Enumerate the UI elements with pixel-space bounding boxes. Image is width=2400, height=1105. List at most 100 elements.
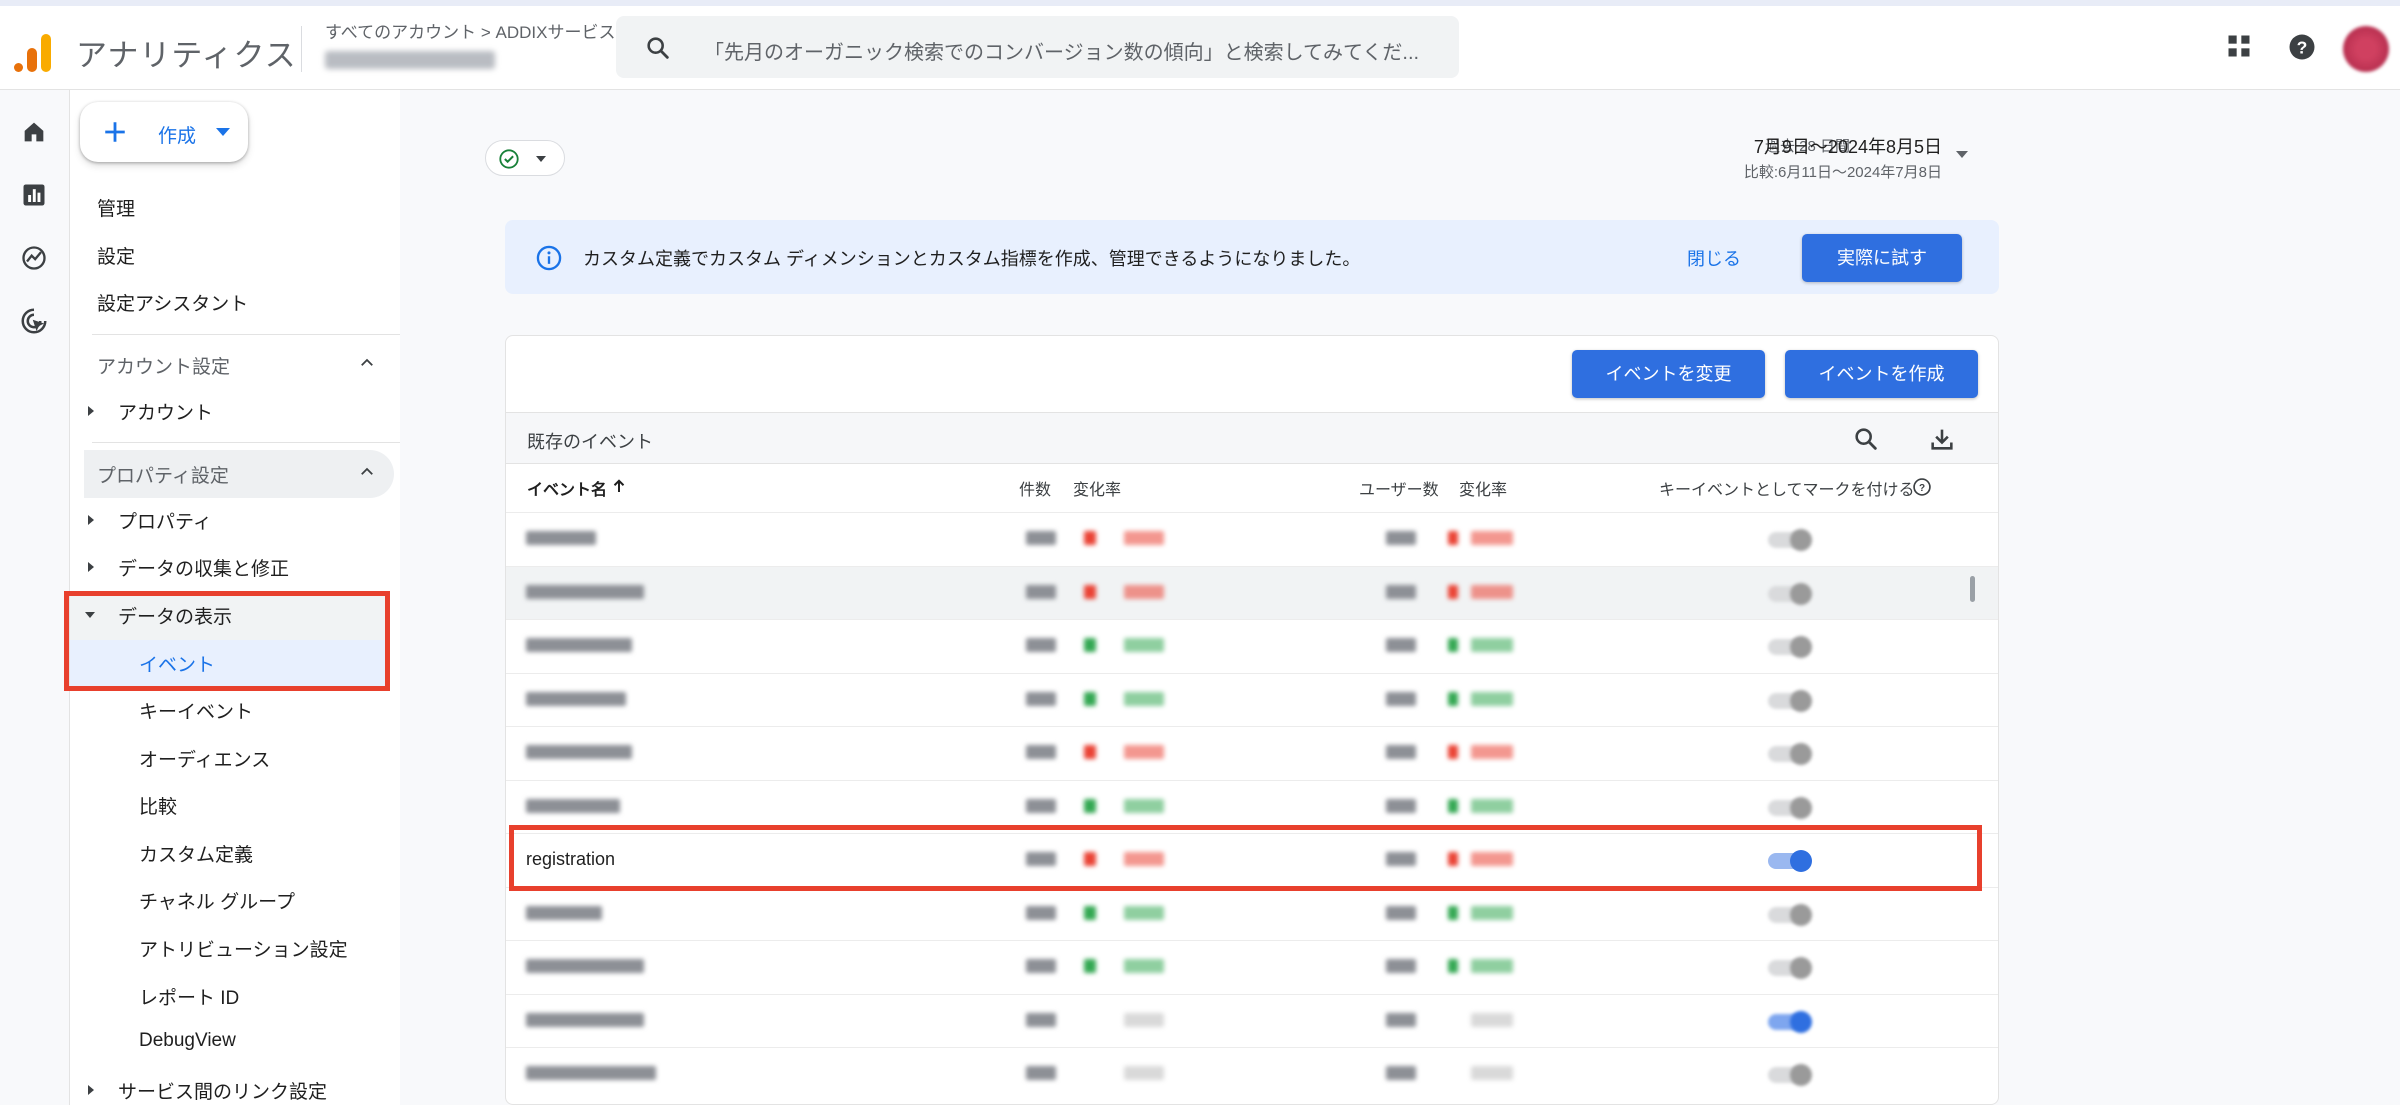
home-icon[interactable] bbox=[18, 116, 50, 148]
event-name-blurred[interactable] bbox=[526, 959, 644, 973]
trend-bar-blurred bbox=[1084, 959, 1096, 973]
account-breadcrumb[interactable]: すべてのアカウント > ADDIXサービス bbox=[325, 18, 615, 43]
table-row[interactable] bbox=[506, 619, 1998, 672]
key-event-toggle[interactable] bbox=[1768, 582, 1812, 605]
table-row[interactable] bbox=[506, 1047, 1998, 1100]
key-event-toggle[interactable] bbox=[1768, 1064, 1812, 1086]
apps-grid-icon[interactable] bbox=[2225, 32, 2253, 60]
nav-divider bbox=[92, 334, 400, 335]
event-name-blurred[interactable] bbox=[526, 1066, 656, 1080]
modify-event-button[interactable]: イベントを変更 bbox=[1572, 350, 1765, 398]
app-title: アナリティクス bbox=[76, 38, 297, 73]
table-row[interactable] bbox=[506, 726, 1998, 779]
table-row[interactable] bbox=[506, 886, 1998, 940]
nav-account[interactable]: アカウント bbox=[118, 398, 213, 425]
analytics-logo-icon[interactable] bbox=[14, 28, 54, 72]
users-change-blurred bbox=[1471, 584, 1513, 599]
sort-arrow-up-icon[interactable] bbox=[610, 477, 628, 495]
search-icon[interactable] bbox=[1852, 425, 1880, 453]
help-icon[interactable]: ? bbox=[2287, 32, 2317, 62]
col-key-event[interactable]: キーイベントとしてマークを付ける bbox=[1659, 476, 1915, 500]
nav-key-events[interactable]: キーイベント bbox=[139, 697, 253, 724]
key-event-toggle[interactable] bbox=[1768, 1010, 1812, 1033]
users-blurred bbox=[1386, 959, 1416, 973]
header-divider bbox=[301, 26, 302, 72]
count-change-blurred bbox=[1124, 745, 1164, 759]
chevron-up-icon[interactable] bbox=[358, 463, 376, 481]
nav-comparisons[interactable]: 比較 bbox=[139, 792, 177, 819]
table-row[interactable] bbox=[506, 993, 1998, 1047]
event-name-blurred[interactable] bbox=[526, 905, 602, 920]
try-it-button[interactable]: 実際に試す bbox=[1802, 234, 1962, 282]
count-change-blurred bbox=[1124, 691, 1164, 706]
event-name-blurred[interactable] bbox=[526, 1012, 644, 1027]
users-blurred bbox=[1386, 745, 1416, 759]
table-row[interactable] bbox=[506, 672, 1998, 726]
nav-setup-assistant[interactable]: 設定アシスタント bbox=[97, 289, 248, 316]
key-event-toggle[interactable] bbox=[1768, 529, 1812, 551]
table-row[interactable] bbox=[506, 565, 1998, 619]
nav-settings[interactable]: 設定 bbox=[97, 242, 135, 269]
count-change-blurred bbox=[1124, 905, 1164, 920]
search-bar[interactable]: 「先月のオーガニック検索でのコンバージョン数の傾向」と検索してみてくだ... bbox=[616, 16, 1459, 78]
svg-text:?: ? bbox=[1919, 483, 1925, 494]
col-count[interactable]: 件数 bbox=[1019, 476, 1051, 500]
nav-data-collection[interactable]: データの収集と修正 bbox=[118, 554, 289, 581]
table-scrollbar[interactable] bbox=[1970, 576, 1975, 602]
nav-admin[interactable]: 管理 bbox=[97, 194, 135, 221]
nav-custom-definitions[interactable]: カスタム定義 bbox=[139, 840, 253, 867]
table-row[interactable] bbox=[506, 940, 1998, 993]
event-name-blurred[interactable] bbox=[526, 745, 632, 759]
nav-channel-groups[interactable]: チャネル グループ bbox=[139, 887, 295, 914]
chevron-up-icon[interactable] bbox=[358, 354, 376, 372]
key-event-toggle[interactable] bbox=[1768, 689, 1812, 712]
users-blurred bbox=[1386, 584, 1416, 599]
nav-audiences[interactable]: オーディエンス bbox=[139, 745, 270, 772]
nav-property[interactable]: プロパティ bbox=[118, 507, 212, 534]
col-count-change[interactable]: 変化率 bbox=[1073, 476, 1121, 500]
nav-product-links[interactable]: サービス間のリンク設定 bbox=[118, 1077, 327, 1104]
explore-icon[interactable] bbox=[18, 242, 50, 274]
trend-bar-blurred bbox=[1084, 745, 1096, 759]
events-card: イベントを変更 イベントを作成 既存のイベント イベント名 件数 変化率 ユーザ… bbox=[505, 335, 1999, 1105]
key-event-toggle[interactable] bbox=[1768, 903, 1812, 926]
create-button[interactable]: 作成 bbox=[80, 102, 248, 162]
create-event-button[interactable]: イベントを作成 bbox=[1785, 350, 1978, 398]
key-event-toggle[interactable] bbox=[1768, 796, 1812, 819]
users-change-blurred bbox=[1471, 531, 1513, 545]
col-event-name[interactable]: イベント名 bbox=[527, 476, 607, 500]
key-event-toggle[interactable] bbox=[1768, 957, 1812, 979]
banner-close-button[interactable]: 閉じる bbox=[1687, 245, 1741, 271]
event-name-blurred[interactable] bbox=[526, 584, 644, 599]
key-event-toggle[interactable] bbox=[1768, 636, 1812, 658]
reports-icon[interactable] bbox=[18, 179, 50, 211]
check-circle-icon bbox=[499, 149, 519, 169]
advertising-icon[interactable] bbox=[18, 305, 50, 337]
nav-debugview[interactable]: DebugView bbox=[139, 1030, 236, 1052]
count-change-blurred bbox=[1124, 1066, 1164, 1080]
info-icon bbox=[536, 245, 562, 271]
event-name-blurred[interactable] bbox=[526, 691, 626, 706]
property-selector[interactable] bbox=[325, 46, 565, 74]
expand-arrow-icon bbox=[88, 515, 94, 525]
users-change-blurred bbox=[1471, 798, 1513, 813]
help-icon[interactable]: ? bbox=[1912, 477, 1932, 497]
date-range-picker[interactable]: 過去 28 日間 7月9日～2024年8月5日 比較:6月11日～2024年7月… bbox=[1630, 133, 1970, 185]
event-name-blurred[interactable] bbox=[526, 638, 632, 652]
search-icon bbox=[647, 37, 669, 59]
count-blurred bbox=[1026, 1012, 1056, 1027]
table-row[interactable] bbox=[506, 512, 1998, 565]
nav-reporting-identity[interactable]: レポート ID bbox=[139, 983, 239, 1010]
account-settings-section[interactable]: アカウント設定 bbox=[97, 352, 230, 379]
download-icon[interactable] bbox=[1928, 425, 1956, 453]
nav-attribution-settings[interactable]: アトリビューション設定 bbox=[139, 935, 348, 962]
col-users-change[interactable]: 変化率 bbox=[1459, 476, 1507, 500]
event-name-blurred[interactable] bbox=[526, 798, 620, 813]
count-blurred bbox=[1026, 798, 1056, 813]
property-settings-section[interactable]: プロパティ設定 bbox=[97, 461, 229, 488]
col-users[interactable]: ユーザー数 bbox=[1359, 476, 1439, 500]
data-quality-chip[interactable] bbox=[485, 140, 565, 176]
key-event-toggle[interactable] bbox=[1768, 743, 1812, 765]
account-avatar[interactable] bbox=[2343, 26, 2389, 72]
event-name-blurred[interactable] bbox=[526, 531, 596, 545]
